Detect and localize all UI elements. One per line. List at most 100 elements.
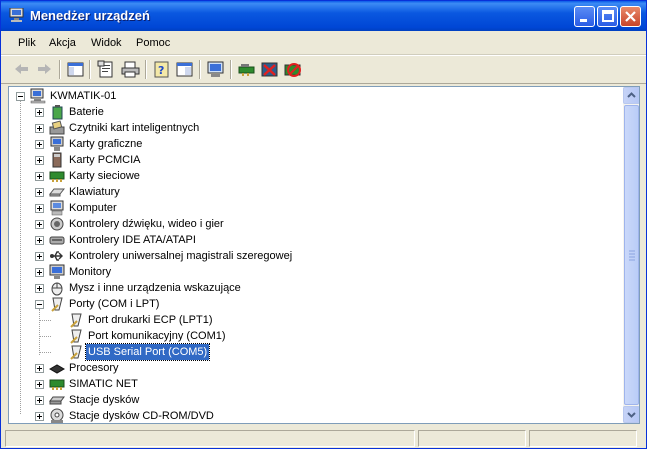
back-icon[interactable]	[12, 60, 31, 79]
tree-item-label: Monitory	[69, 266, 112, 278]
usb-icon	[49, 248, 65, 264]
maximize-button[interactable]	[597, 6, 618, 27]
vertical-scrollbar[interactable]	[623, 87, 639, 423]
tree-root-node[interactable]: KWMATIK-01	[14, 88, 214, 104]
tree-child-item[interactable]: Port drukarki ECP (LPT1)	[52, 312, 352, 328]
smartcard-reader-icon	[49, 120, 65, 136]
tree-item[interactable]: Procesory	[33, 360, 333, 376]
close-button[interactable]	[620, 6, 641, 27]
processor-icon	[48, 360, 66, 376]
tree-item[interactable]: Kontrolery IDE ATA/ATAPI	[33, 232, 333, 248]
tree-item[interactable]: Monitory	[33, 264, 333, 280]
computer-icon	[49, 200, 65, 216]
disk-drive-icon	[49, 392, 65, 408]
expand-icon[interactable]	[35, 220, 44, 229]
menu-bar: Plik Akcja Widok Pomoc	[1, 32, 646, 55]
scroll-thumb[interactable]	[624, 105, 639, 405]
update-driver-icon[interactable]	[206, 60, 225, 79]
collapse-icon[interactable]	[16, 92, 25, 101]
mouse-icon	[49, 280, 65, 296]
tree-item-label: Karty sieciowe	[69, 170, 140, 182]
chevron-down-icon	[627, 412, 636, 418]
expand-icon[interactable]	[35, 364, 44, 373]
disable-device-icon[interactable]	[260, 60, 279, 79]
tree-child-item-selected[interactable]: USB Serial Port (COM5)	[52, 343, 352, 361]
expand-icon[interactable]	[35, 236, 44, 245]
show-hide-icon[interactable]	[175, 60, 194, 79]
expand-icon[interactable]	[35, 108, 44, 117]
keyboard-icon	[48, 184, 66, 200]
tree-item-label: Port drukarki ECP (LPT1)	[88, 314, 213, 326]
scroll-down-button[interactable]	[623, 406, 639, 423]
menu-help[interactable]: Pomoc	[136, 37, 170, 49]
expand-icon[interactable]	[35, 188, 44, 197]
status-bar	[1, 427, 646, 448]
tree-item-label: Karty graficzne	[69, 138, 143, 150]
print-icon[interactable]	[121, 60, 140, 79]
expand-icon[interactable]	[35, 124, 44, 133]
uninstall-device-icon[interactable]	[283, 60, 302, 79]
expand-icon[interactable]	[35, 284, 44, 293]
network-card-icon	[49, 376, 65, 392]
expand-icon[interactable]	[35, 412, 44, 421]
tree-item[interactable]: Klawiatury	[33, 184, 333, 200]
properties-icon[interactable]	[97, 60, 116, 79]
tree-item-label: Kontrolery uniwersalnej magistrali szere…	[69, 250, 293, 262]
port-icon	[68, 312, 84, 328]
tree-line	[39, 352, 51, 353]
tree-item-label: Komputer	[69, 202, 117, 214]
menu-view[interactable]: Widok	[91, 37, 122, 49]
toolbar-separator	[145, 60, 147, 79]
tree-item[interactable]: Karty graficzne	[33, 136, 333, 152]
tree-item[interactable]: Mysz i inne urządzenia wskazujące	[33, 280, 333, 296]
tree-item[interactable]: Baterie	[33, 104, 333, 120]
expand-icon[interactable]	[35, 380, 44, 389]
scan-hardware-icon[interactable]	[237, 60, 256, 79]
expand-icon[interactable]	[35, 268, 44, 277]
tree-line	[39, 320, 51, 321]
menu-action[interactable]: Akcja	[49, 37, 76, 49]
device-tree[interactable]: KWMATIK-01 Baterie Czytniki kart intelig…	[8, 86, 640, 424]
window-title: Menedżer urządzeń	[30, 8, 150, 23]
expand-icon[interactable]	[35, 396, 44, 405]
tree-item[interactable]: Karty sieciowe	[33, 168, 333, 184]
minimize-button[interactable]	[574, 6, 595, 27]
computer-name: KWMATIK-01	[50, 90, 117, 102]
tree-item-label: Stacje dysków	[69, 394, 140, 406]
tree-item-expanded[interactable]: Porty (COM i LPT)	[33, 296, 333, 312]
tree-item[interactable]: Komputer	[33, 200, 333, 216]
expand-icon[interactable]	[35, 156, 44, 165]
tree-item[interactable]: Kontrolery uniwersalnej magistrali szere…	[33, 248, 353, 264]
port-icon	[68, 344, 84, 360]
tree-item-label: Porty (COM i LPT)	[69, 298, 160, 310]
collapse-icon[interactable]	[35, 300, 44, 309]
tree-item[interactable]: Kontrolery dźwięku, wideo i gier	[33, 216, 333, 232]
tree-item[interactable]: Karty PCMCIA	[33, 152, 333, 168]
tree-item-label: Procesory	[69, 362, 119, 374]
title-bar[interactable]: Menedżer urządzeń	[1, 1, 646, 31]
tree-item[interactable]: Stacje dysków	[33, 392, 333, 408]
toolbar-separator	[199, 60, 201, 79]
menu-file[interactable]: Plik	[18, 37, 36, 49]
tree-child-item[interactable]: Port komunikacyjny (COM1)	[52, 328, 352, 344]
pcmcia-icon	[49, 152, 65, 168]
status-pane	[529, 430, 637, 447]
tree-item-label: Karty PCMCIA	[69, 154, 141, 166]
forward-icon[interactable]	[35, 60, 54, 79]
toolbar-separator	[230, 60, 232, 79]
tree-item[interactable]: Czytniki kart inteligentnych	[33, 120, 333, 136]
expand-icon[interactable]	[35, 204, 44, 213]
expand-icon[interactable]	[35, 140, 44, 149]
tree-item[interactable]: Stacje dysków CD-ROM/DVD	[33, 408, 333, 423]
battery-icon	[49, 104, 65, 120]
expand-icon[interactable]	[35, 252, 44, 261]
console-tree-icon[interactable]	[66, 60, 85, 79]
expand-icon[interactable]	[35, 172, 44, 181]
network-card-icon	[49, 168, 65, 184]
tree-item-label: Klawiatury	[69, 186, 120, 198]
ide-controller-icon	[49, 232, 65, 248]
toolbar: ?	[1, 55, 646, 84]
help-icon[interactable]: ?	[152, 60, 171, 79]
scroll-up-button[interactable]	[623, 87, 639, 104]
tree-item[interactable]: SIMATIC NET	[33, 376, 333, 392]
